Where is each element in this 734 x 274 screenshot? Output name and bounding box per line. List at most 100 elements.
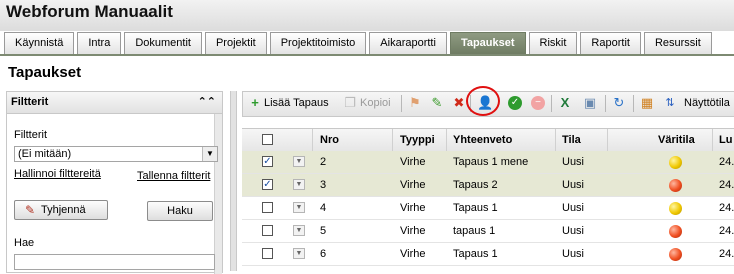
column-divider (312, 129, 313, 151)
clear-button-label: Tyhjennä (41, 204, 86, 216)
column-header-lu[interactable]: Lu (719, 134, 732, 146)
main-tabs: Käynnistä Intra Dokumentit Projektit Pro… (4, 32, 715, 54)
filter-select-value: (Ei mitään) (18, 148, 72, 160)
delete-icon[interactable]: ✖ (452, 96, 466, 110)
search-label: Hae (14, 237, 35, 249)
excel-export-icon[interactable]: X (558, 96, 572, 110)
app-header: Webforum Manuaalit (0, 0, 734, 31)
toolbar-separator (633, 95, 634, 112)
tab-dokumentit[interactable]: Dokumentit (124, 32, 202, 54)
cell-tila: Uusi (562, 248, 585, 260)
status-ball-icon (669, 248, 682, 261)
filter-scrollbar[interactable] (214, 114, 222, 274)
cell-yhteenveto[interactable]: Tapaus 1 (453, 248, 551, 260)
copy-icon: ❐ (344, 95, 356, 110)
row-menu-icon[interactable]: ▼ (293, 202, 305, 213)
table-row[interactable]: ▼ 4 Virhe Tapaus 1 Uusi 24. (242, 197, 734, 220)
select-all-checkbox[interactable] (262, 134, 273, 145)
search-input[interactable] (14, 254, 215, 270)
column-header-varitila[interactable]: Väritila (658, 134, 695, 146)
filter-panel-title: Filtterit (11, 96, 49, 108)
eraser-icon: ✎ (25, 203, 36, 217)
column-divider (712, 129, 713, 151)
clear-button[interactable]: ✎ Tyhjennä (14, 200, 108, 220)
row-checkbox[interactable] (262, 202, 273, 213)
cell-tyyppi: Virhe (400, 202, 426, 214)
filter-select[interactable]: (Ei mitään) ▼ (14, 146, 218, 162)
cell-yhteenveto[interactable]: tapaus 1 (453, 225, 551, 237)
row-menu-icon[interactable]: ▼ (293, 248, 305, 259)
cell-nro: 6 (320, 248, 327, 260)
filter-panel-header[interactable]: Filtterit ⌃⌃ (7, 92, 222, 114)
row-menu-icon[interactable]: ▼ (293, 225, 305, 236)
manage-filters-link[interactable]: Hallinnoi filttereitä (14, 168, 101, 180)
column-header-yhteenveto[interactable]: Yhteenveto (453, 134, 512, 146)
columns-icon[interactable]: ▦ (640, 96, 654, 110)
table-row[interactable]: ▼ 5 Virhe tapaus 1 Uusi 24. (242, 220, 734, 243)
cell-yhteenveto[interactable]: Tapaus 2 (453, 179, 551, 191)
edit-icon[interactable]: ✎ (430, 96, 444, 110)
cell-yhteenveto[interactable]: Tapaus 1 mene (453, 156, 551, 168)
tab-tapaukset[interactable]: Tapaukset (449, 32, 526, 54)
tab-raportit[interactable]: Raportit (580, 32, 641, 54)
refresh-icon[interactable]: ↻ (612, 96, 626, 110)
app-title: Webforum Manuaalit (6, 2, 173, 21)
cell-tyyppi: Virhe (400, 179, 426, 191)
cell-lu: 24. (719, 179, 734, 191)
toolbar-separator (605, 95, 606, 112)
column-divider (446, 129, 447, 151)
row-checkbox[interactable]: ✓ (262, 156, 273, 167)
column-header-tila[interactable]: Tila (562, 134, 581, 146)
cell-tyyppi: Virhe (400, 225, 426, 237)
cell-nro: 4 (320, 202, 327, 214)
sort-icon[interactable]: ⇅ (663, 96, 677, 110)
row-menu-icon[interactable]: ▼ (293, 156, 305, 167)
image-icon[interactable]: ▣ (583, 96, 597, 110)
save-filters-link[interactable]: Tallenna filtterit (137, 170, 210, 182)
highlight-circle (466, 86, 500, 116)
column-header-tyyppi[interactable]: Tyyppi (400, 134, 435, 146)
add-case-button[interactable]: Lisää Tapaus (264, 94, 329, 112)
double-chevron-up-icon[interactable]: ⌃⌃ (198, 95, 216, 108)
row-menu-icon[interactable]: ▼ (293, 179, 305, 190)
view-mode-button[interactable]: Näyttötila (684, 94, 730, 112)
tab-projektitoimisto[interactable]: Projektitoimisto (269, 32, 367, 54)
copy-button[interactable]: Kopioi (360, 94, 391, 112)
column-header-nro[interactable]: Nro (320, 134, 339, 146)
row-checkbox[interactable]: ✓ (262, 179, 273, 190)
table-row[interactable]: ▼ 6 Virhe Tapaus 1 Uusi 24. (242, 243, 734, 266)
cell-lu: 24. (719, 248, 734, 260)
cell-tyyppi: Virhe (400, 156, 426, 168)
table-row[interactable]: ✓ ▼ 2 Virhe Tapaus 1 mene Uusi 24. (242, 151, 734, 174)
tab-aikaraportti[interactable]: Aikaraportti (369, 32, 447, 54)
cell-tyyppi: Virhe (400, 248, 426, 260)
chevron-down-icon[interactable]: ▼ (202, 147, 217, 161)
cell-tila: Uusi (562, 225, 585, 237)
tab-riskit[interactable]: Riskit (528, 32, 578, 54)
table-row[interactable]: ✓ ▼ 3 Virhe Tapaus 2 Uusi 24. (242, 174, 734, 197)
row-checkbox[interactable] (262, 225, 273, 236)
tab-resurssit[interactable]: Resurssit (643, 32, 712, 54)
filter-panel: Filtterit ⌃⌃ (6, 91, 223, 274)
flag-icon[interactable]: ⚑ (408, 96, 422, 110)
cell-yhteenveto[interactable]: Tapaus 1 (453, 202, 551, 214)
search-button[interactable]: Haku (147, 201, 213, 221)
cell-tila: Uusi (562, 202, 585, 214)
cell-nro: 2 (320, 156, 327, 168)
reject-icon[interactable]: − (531, 96, 545, 110)
cell-lu: 24. (719, 202, 734, 214)
panel-splitter[interactable] (230, 91, 237, 271)
page-title: Tapaukset (8, 64, 82, 81)
status-ball-icon (669, 179, 682, 192)
column-divider (392, 129, 393, 151)
approve-icon[interactable]: ✓ (508, 96, 522, 110)
column-divider (607, 129, 608, 151)
status-ball-icon (669, 202, 682, 215)
tabs-divider (0, 54, 734, 56)
tab-intra[interactable]: Intra (77, 32, 122, 54)
tab-kaynnista[interactable]: Käynnistä (4, 32, 75, 54)
row-checkbox[interactable] (262, 248, 273, 259)
toolbar-separator (401, 95, 402, 112)
tab-projektit[interactable]: Projektit (204, 32, 267, 54)
add-icon: + (251, 95, 259, 110)
